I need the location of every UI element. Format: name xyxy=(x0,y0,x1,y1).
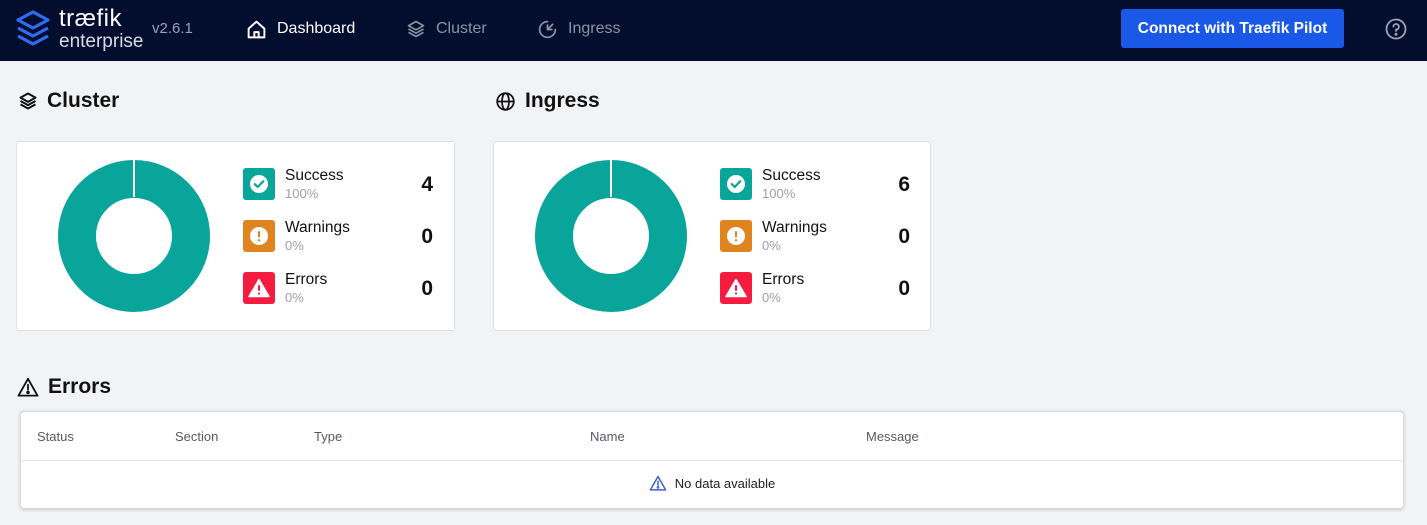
stat-percent: 100% xyxy=(762,186,796,201)
column-header-type[interactable]: Type xyxy=(314,429,342,444)
warning-triangle-icon xyxy=(649,475,667,491)
warning-badge xyxy=(720,220,752,252)
cluster-stats-card: Success 100% 4 Warnings 0% 0 Errors 0% 0 xyxy=(16,141,455,331)
success-badge xyxy=(243,168,275,200)
stat-count: 4 xyxy=(421,173,433,196)
column-header-section[interactable]: Section xyxy=(175,429,218,444)
stat-count: 6 xyxy=(898,173,910,196)
layers-icon xyxy=(19,92,37,110)
nav-item-cluster[interactable]: Cluster xyxy=(406,17,487,41)
stat-label: Warnings xyxy=(285,219,350,236)
stat-count: 0 xyxy=(898,225,910,248)
section-title-text: Errors xyxy=(48,375,112,398)
stat-count: 0 xyxy=(421,277,433,300)
warning-triangle-icon xyxy=(725,278,747,298)
warning-triangle-icon xyxy=(248,278,270,298)
nav-item-label: Ingress xyxy=(568,20,621,37)
success-badge xyxy=(720,168,752,200)
errors-section-title: Errors xyxy=(17,375,111,399)
warning-badge xyxy=(243,220,275,252)
empty-state: No data available xyxy=(21,475,1403,491)
globe-icon xyxy=(496,91,515,111)
cluster-donut-chart xyxy=(58,159,210,312)
stat-success: Success 100% 4 xyxy=(243,167,433,202)
help-circle-icon[interactable] xyxy=(1384,17,1408,41)
check-circle-icon xyxy=(727,175,745,193)
check-circle-icon xyxy=(250,175,268,193)
stat-percent: 100% xyxy=(285,186,319,201)
brand-name[interactable]: træfik enterprise xyxy=(59,5,144,52)
column-header-message[interactable]: Message xyxy=(866,429,919,444)
nav-item-ingress[interactable]: Ingress xyxy=(537,17,620,41)
version-label: v2.6.1 xyxy=(152,20,193,37)
gauge-icon xyxy=(538,20,557,38)
errors-table: Status Section Type Name Message No data… xyxy=(20,411,1404,509)
stat-label: Errors xyxy=(285,271,328,288)
stat-errors: Errors 0% 0 xyxy=(243,271,433,306)
stat-label: Success xyxy=(762,167,821,184)
stat-percent: 0% xyxy=(762,238,781,253)
stat-label: Errors xyxy=(762,271,805,288)
stat-warnings: Warnings 0% 0 xyxy=(243,219,433,254)
layers-icon xyxy=(407,20,425,38)
stat-errors: Errors 0% 0 xyxy=(720,271,910,306)
ingress-section-title: Ingress xyxy=(495,89,600,113)
brand-line2: enterprise xyxy=(59,31,144,52)
column-header-name[interactable]: Name xyxy=(590,429,625,444)
empty-state-text: No data available xyxy=(674,475,776,491)
cluster-section-title: Cluster xyxy=(18,89,119,113)
ingress-stats-card: Success 100% 6 Warnings 0% 0 Errors 0% 0 xyxy=(493,141,931,331)
connect-pilot-button[interactable]: Connect with Traefik Pilot xyxy=(1121,9,1344,48)
stat-label: Success xyxy=(285,167,344,184)
stat-success: Success 100% 6 xyxy=(720,167,910,202)
stat-count: 0 xyxy=(898,277,910,300)
section-title-text: Ingress xyxy=(525,89,600,112)
exclamation-circle-icon xyxy=(727,227,745,245)
nav-item-label: Dashboard xyxy=(277,20,356,37)
column-header-status[interactable]: Status xyxy=(37,429,74,444)
top-navbar: træfik enterprise v2.6.1 Dashboard Clust… xyxy=(0,0,1427,61)
stat-warnings: Warnings 0% 0 xyxy=(720,219,910,254)
exclamation-circle-icon xyxy=(250,227,268,245)
stat-percent: 0% xyxy=(285,290,304,305)
nav-item-dashboard[interactable]: Dashboard xyxy=(246,17,355,41)
traefik-logo-icon[interactable] xyxy=(15,9,51,49)
stat-percent: 0% xyxy=(762,290,781,305)
nav-item-label: Cluster xyxy=(436,20,487,37)
stat-percent: 0% xyxy=(285,238,304,253)
home-icon xyxy=(247,20,266,38)
warning-triangle-icon xyxy=(17,377,39,397)
stat-label: Warnings xyxy=(762,219,827,236)
brand-line1: træfik xyxy=(59,5,122,32)
error-badge xyxy=(720,272,752,304)
section-title-text: Cluster xyxy=(47,89,120,112)
error-badge xyxy=(243,272,275,304)
stat-count: 0 xyxy=(421,225,433,248)
ingress-donut-chart xyxy=(535,159,687,312)
table-divider xyxy=(21,460,1403,461)
